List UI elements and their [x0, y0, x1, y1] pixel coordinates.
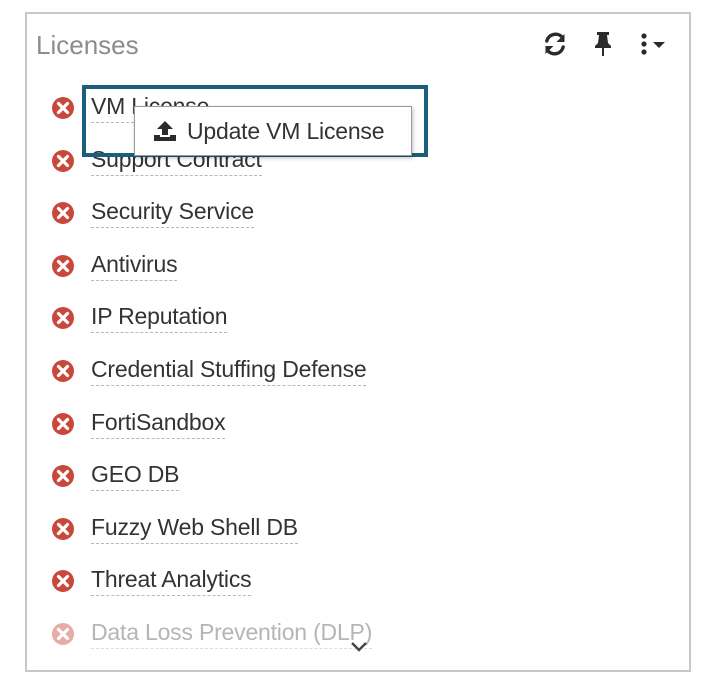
license-link[interactable]: Antivirus	[91, 250, 178, 281]
license-link[interactable]: Security Service	[91, 197, 254, 229]
license-link[interactable]: GEO DB	[91, 460, 179, 492]
license-link[interactable]: Fuzzy Web Shell DB	[91, 513, 298, 544]
error-circle-icon	[51, 359, 75, 383]
upload-icon	[153, 120, 177, 142]
tooltip-label: Update VM License	[187, 117, 385, 144]
license-link[interactable]: FortiSandbox	[91, 408, 226, 439]
license-item-data-loss-prevention-dlp: Data Loss Prevention (DLP)	[51, 612, 372, 665]
license-item-threat-analytics: Threat Analytics	[51, 559, 372, 612]
widget-title: Licenses	[36, 30, 139, 60]
error-circle-icon	[51, 201, 75, 225]
error-circle-icon	[51, 412, 75, 436]
error-circle-icon	[51, 569, 75, 593]
license-item-geo-db: GEO DB	[51, 454, 372, 507]
pin-icon[interactable]	[593, 31, 613, 57]
error-circle-icon	[51, 96, 75, 120]
license-list: VM LicenseSupport ContractSecurity Servi…	[51, 86, 372, 665]
error-circle-icon	[51, 306, 75, 330]
error-circle-icon	[51, 517, 75, 541]
error-circle-icon	[51, 622, 75, 646]
license-item-ip-reputation: IP Reputation	[51, 296, 372, 349]
error-circle-icon	[51, 464, 75, 488]
license-link[interactable]: Data Loss Prevention (DLP)	[91, 618, 372, 649]
license-link[interactable]: Threat Analytics	[91, 565, 252, 597]
license-item-credential-stuffing-defense: Credential Stuffing Defense	[51, 349, 372, 402]
refresh-icon[interactable]	[543, 32, 567, 56]
widget-toolbar	[543, 28, 669, 60]
error-circle-icon	[51, 254, 75, 278]
license-link[interactable]: IP Reputation	[91, 302, 228, 334]
license-item-antivirus: Antivirus	[51, 244, 372, 297]
error-circle-icon	[51, 149, 75, 173]
scroll-down-chevron-icon[interactable]	[350, 640, 368, 658]
update-vm-license-tooltip[interactable]: Update VM License	[134, 106, 412, 156]
license-item-fuzzy-web-shell-db: Fuzzy Web Shell DB	[51, 507, 372, 560]
license-item-security-service: Security Service	[51, 191, 372, 244]
kebab-menu-icon[interactable]	[639, 32, 669, 56]
license-link[interactable]: Credential Stuffing Defense	[91, 355, 367, 386]
license-item-fortisandbox: FortiSandbox	[51, 402, 372, 455]
